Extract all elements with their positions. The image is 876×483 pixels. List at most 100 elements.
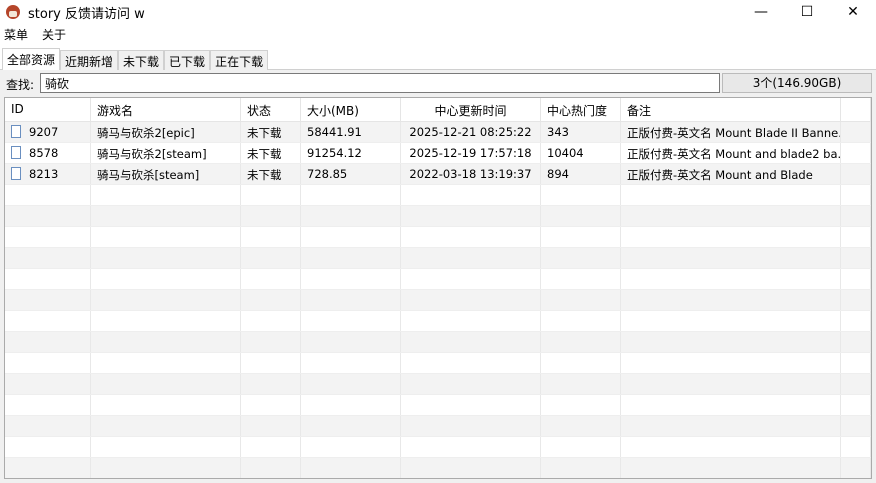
result-count: 3个(146.90GB) — [722, 73, 872, 93]
col-popularity-cell — [541, 332, 621, 352]
empty-row — [5, 353, 871, 374]
col-size-cell — [301, 458, 401, 478]
col-popularity-cell — [541, 227, 621, 247]
header-col-status[interactable]: 状态 — [241, 98, 301, 121]
col-id-value: 9207 — [29, 125, 59, 139]
col-note-cell — [621, 353, 841, 373]
col-size-cell — [301, 332, 401, 352]
col-note-cell: 正版付费-英文名 Mount and Blade — [621, 164, 841, 184]
col-popularity-cell — [541, 185, 621, 205]
col-size-cell — [301, 290, 401, 310]
filler-cell — [841, 374, 871, 394]
empty-row — [5, 290, 871, 311]
col-popularity-cell — [541, 458, 621, 478]
menu-item-about[interactable]: 关于 — [38, 26, 70, 43]
menu-item-menu[interactable]: 菜单 — [0, 26, 32, 43]
col-note-cell — [621, 248, 841, 268]
col-note-cell — [621, 458, 841, 478]
col-status-cell: 未下载 — [241, 164, 301, 184]
col-status-cell — [241, 185, 301, 205]
tab-all[interactable]: 全部资源 — [2, 48, 61, 70]
close-button[interactable]: ✕ — [830, 0, 876, 24]
maximize-button[interactable]: ☐ — [784, 0, 830, 24]
main-panel: 查找: 3个(146.90GB) ID游戏名状态大小(MB)中心更新时间中心热门… — [0, 69, 876, 483]
resource-table: ID 游戏名 状态 大小(MB) 中心更新时间 中心热门度 备注 9207 骑马与砍杀2[ep… — [4, 97, 872, 479]
col-status-cell: 未下载 — [241, 122, 301, 142]
tab-downloaded[interactable]: 已下载 — [164, 50, 211, 70]
col-updated-cell — [401, 206, 541, 226]
col-status-cell — [241, 269, 301, 289]
col-id-cell — [5, 311, 91, 331]
tab-bar: 全部资源 近期新增 未下载 已下载 正在下载 — [2, 48, 269, 70]
col-note-cell — [621, 206, 841, 226]
header-col-updated[interactable]: 中心更新时间 — [401, 98, 541, 121]
header-col-popularity[interactable]: 中心热门度 — [541, 98, 621, 121]
col-popularity-cell — [541, 437, 621, 457]
col-id-cell — [5, 374, 91, 394]
col-id-cell — [5, 458, 91, 478]
filler-cell — [841, 290, 871, 310]
empty-row — [5, 458, 871, 478]
tab-not-downloaded[interactable]: 未下载 — [118, 50, 165, 70]
minimize-button[interactable]: — — [738, 0, 784, 24]
col-id-value: 8213 — [29, 167, 59, 181]
empty-row — [5, 269, 871, 290]
col-status-cell — [241, 227, 301, 247]
header-col-size[interactable]: 大小(MB) — [301, 98, 401, 121]
col-name-cell: 骑马与砍杀2[steam] — [91, 143, 241, 163]
col-updated-cell: 2022-03-18 13:19:37 — [401, 164, 541, 184]
col-name-cell — [91, 185, 241, 205]
col-id-cell: 9207 — [5, 122, 91, 142]
col-popularity-cell — [541, 416, 621, 436]
filler-cell — [841, 269, 871, 289]
tab-downloading[interactable]: 正在下载 — [210, 50, 269, 70]
col-status-value: 未下载 — [247, 168, 282, 182]
col-name-cell — [91, 353, 241, 373]
header-col-id[interactable]: ID — [5, 98, 91, 121]
file-icon — [11, 146, 21, 159]
col-note-value: 正版付费-英文名 Mount and blade2 ba... — [627, 147, 841, 161]
col-updated-cell: 2025-12-19 17:57:18 — [401, 143, 541, 163]
col-note-cell — [621, 437, 841, 457]
col-note-value: 正版付费-英文名 Mount Blade II Banne... — [627, 126, 841, 140]
col-name-cell — [91, 269, 241, 289]
col-size-cell — [301, 248, 401, 268]
header-col-note[interactable]: 备注 — [621, 98, 841, 121]
col-status-value: 未下载 — [247, 126, 282, 140]
col-size-cell — [301, 416, 401, 436]
col-name-value: 骑马与砍杀[steam] — [97, 168, 200, 182]
table-row[interactable]: 8578 骑马与砍杀2[steam] 未下载 91254.12 2025-12-19 1… — [5, 143, 871, 164]
col-size-cell: 728.85 — [301, 164, 401, 184]
col-updated-cell — [401, 437, 541, 457]
col-size-cell — [301, 185, 401, 205]
table-row[interactable]: 8213 骑马与砍杀[steam] 未下载 728.85 2022-03-18 13:1… — [5, 164, 871, 185]
col-updated-cell — [401, 353, 541, 373]
col-updated-cell — [401, 416, 541, 436]
col-name-value: 骑马与砍杀2[steam] — [97, 147, 207, 161]
search-input[interactable] — [40, 73, 720, 93]
col-popularity-cell — [541, 248, 621, 268]
col-id-cell — [5, 290, 91, 310]
col-status-cell — [241, 290, 301, 310]
col-status-cell — [241, 374, 301, 394]
header-col-name[interactable]: 游戏名 — [91, 98, 241, 121]
col-popularity-cell — [541, 374, 621, 394]
filler-cell — [841, 185, 871, 205]
table-row[interactable]: 9207 骑马与砍杀2[epic] 未下载 58441.91 2025-12-21 08… — [5, 122, 871, 143]
col-id-cell — [5, 353, 91, 373]
col-name-value: 骑马与砍杀2[epic] — [97, 126, 195, 140]
filler-cell — [841, 332, 871, 352]
col-name-cell — [91, 416, 241, 436]
col-status-cell — [241, 458, 301, 478]
col-status-cell — [241, 395, 301, 415]
tab-recent[interactable]: 近期新增 — [60, 50, 119, 70]
col-note-cell — [621, 290, 841, 310]
col-name-cell: 骑马与砍杀2[epic] — [91, 122, 241, 142]
col-updated-cell — [401, 269, 541, 289]
col-id-cell — [5, 227, 91, 247]
col-note-cell — [621, 332, 841, 352]
empty-row — [5, 227, 871, 248]
empty-row — [5, 248, 871, 269]
empty-row — [5, 416, 871, 437]
empty-row — [5, 206, 871, 227]
